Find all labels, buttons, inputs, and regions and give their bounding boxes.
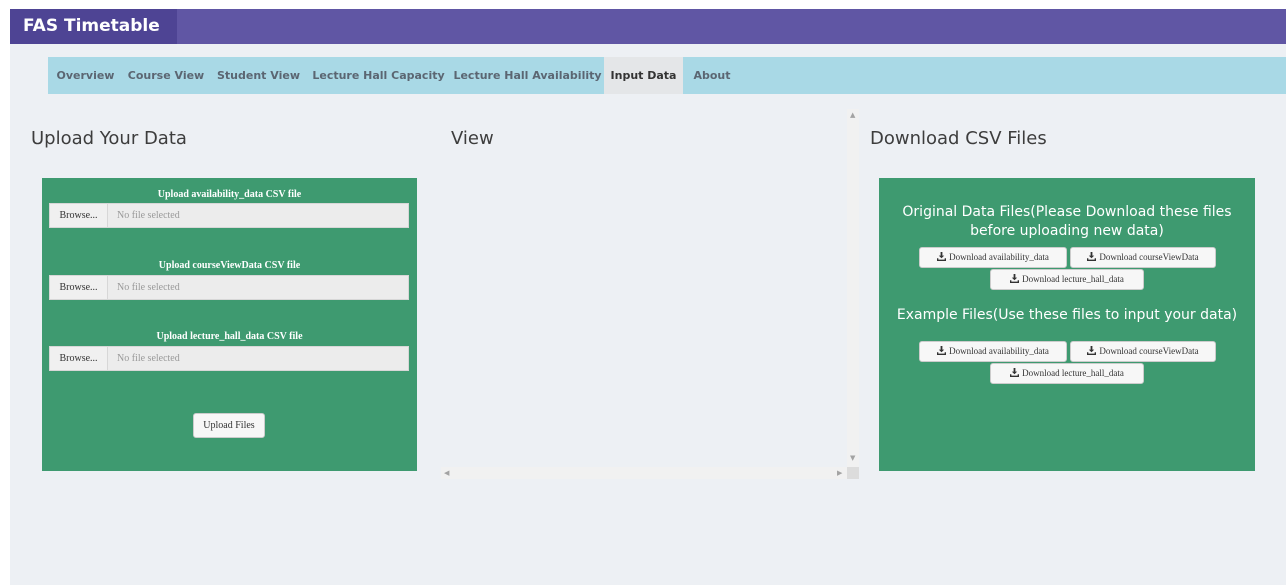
tab-input-data[interactable]: Input Data xyxy=(604,57,683,94)
scroll-up-icon[interactable]: ▲ xyxy=(850,112,855,119)
download-example-availability-button[interactable]: Download availability_data xyxy=(919,341,1067,362)
download-section-title: Download CSV Files xyxy=(870,128,1047,149)
availability-file-field[interactable]: No file selected xyxy=(108,203,409,228)
upload-files-button[interactable]: Upload Files xyxy=(193,413,265,438)
tab-lecture-hall-availability[interactable]: Lecture Hall Availability xyxy=(452,57,603,94)
tab-student-view[interactable]: Student View xyxy=(212,57,305,94)
nav-tabs: Overview Course View Student View Lectur… xyxy=(48,57,1286,94)
upload-lecture-hall-label: Upload lecture_hall_data CSV file xyxy=(156,331,303,342)
download-button-label: Download courseViewData xyxy=(1099,252,1199,262)
horizontal-scrollbar[interactable]: ◀ ▶ xyxy=(441,467,847,479)
vertical-scrollbar[interactable]: ▲ ▼ xyxy=(847,109,859,467)
upload-section-title: Upload Your Data xyxy=(31,128,187,149)
download-example-lecture-hall-button[interactable]: Download lecture_hall_data xyxy=(990,363,1144,384)
download-original-lecture-hall-button[interactable]: Download lecture_hall_data xyxy=(990,269,1144,290)
upload-panel: Upload availability_data CSV file Browse… xyxy=(42,178,417,471)
app-header: FAS Timetable xyxy=(10,9,1286,44)
example-files-heading: Example Files(Use these files to input y… xyxy=(896,307,1238,323)
tab-about[interactable]: About xyxy=(684,57,740,94)
upload-availability-label: Upload availability_data CSV file xyxy=(157,189,302,200)
download-button-label: Download courseViewData xyxy=(1099,346,1199,356)
download-icon xyxy=(1087,252,1097,261)
app-title: FAS Timetable xyxy=(10,9,177,44)
download-icon xyxy=(1010,368,1020,377)
original-files-heading: Original Data Files(Please Download thes… xyxy=(902,204,1232,239)
download-button-label: Download lecture_hall_data xyxy=(1022,274,1124,284)
scroll-left-icon[interactable]: ◀ xyxy=(444,470,449,477)
download-button-label: Download availability_data xyxy=(949,346,1049,356)
download-icon xyxy=(1087,346,1097,355)
view-output-area[interactable]: ▲ ▼ ◀ ▶ xyxy=(441,109,859,479)
download-original-courseview-button[interactable]: Download courseViewData xyxy=(1070,247,1216,268)
courseview-file-field[interactable]: No file selected xyxy=(108,275,409,300)
tab-overview[interactable]: Overview xyxy=(51,57,120,94)
download-button-label: Download lecture_hall_data xyxy=(1022,368,1124,378)
download-example-courseview-button[interactable]: Download courseViewData xyxy=(1070,341,1216,362)
app-frame: FAS Timetable Overview Course View Stude… xyxy=(10,9,1286,585)
tab-course-view[interactable]: Course View xyxy=(121,57,211,94)
download-original-availability-button[interactable]: Download availability_data xyxy=(919,247,1067,268)
lecture-hall-file-field[interactable]: No file selected xyxy=(108,346,409,371)
scroll-right-icon[interactable]: ▶ xyxy=(837,470,842,477)
download-icon xyxy=(937,346,947,355)
download-panel: Original Data Files(Please Download thes… xyxy=(879,178,1255,471)
download-icon xyxy=(937,252,947,261)
browse-lecture-hall-button[interactable]: Browse... xyxy=(49,346,108,371)
tab-lecture-hall-capacity[interactable]: Lecture Hall Capacity xyxy=(306,57,451,94)
browse-availability-button[interactable]: Browse... xyxy=(49,203,108,228)
download-button-label: Download availability_data xyxy=(949,252,1049,262)
download-icon xyxy=(1010,274,1020,283)
scrollbar-corner xyxy=(847,467,859,479)
browse-courseview-button[interactable]: Browse... xyxy=(49,275,108,300)
upload-courseview-label: Upload courseViewData CSV file xyxy=(158,260,301,271)
scroll-down-icon[interactable]: ▼ xyxy=(850,455,855,462)
